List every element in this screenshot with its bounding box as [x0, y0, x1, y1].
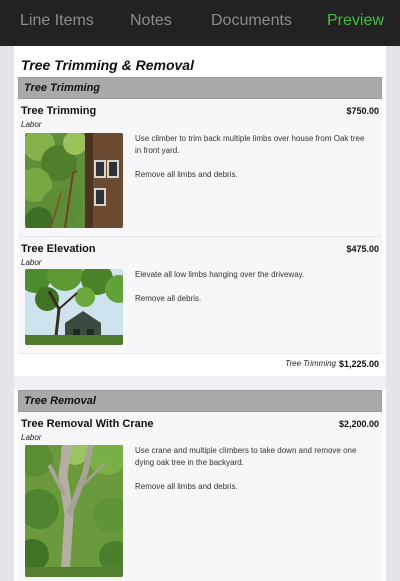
- line-item-description: Use climber to trim back multiple limbs …: [135, 133, 365, 181]
- line-item-name: Tree Elevation: [21, 243, 96, 255]
- description-paragraph: Use crane and multiple climbers to take …: [135, 446, 357, 467]
- tree-elevation-photo[interactable]: [25, 269, 123, 345]
- description-paragraph: Remove all debris.: [135, 294, 202, 303]
- line-item-price: $750.00: [346, 106, 379, 116]
- tree-removal-photo-graphic: [25, 445, 123, 577]
- line-item-price: $475.00: [346, 244, 379, 254]
- group-header-tree-trimming: Tree Trimming: [18, 77, 382, 99]
- tree-elevation-photo-graphic: [25, 269, 123, 345]
- tab-line-items[interactable]: Line Items: [20, 12, 94, 30]
- tree-trimming-photo-graphic: [25, 133, 123, 228]
- line-item-type: Labor: [21, 258, 42, 267]
- line-item: Tree Removal With Crane $2,200.00 Labor: [18, 412, 382, 581]
- line-item-description: Use crane and multiple climbers to take …: [135, 445, 365, 493]
- group-separator: [14, 376, 386, 390]
- line-item-type: Labor: [21, 433, 42, 442]
- tab-preview[interactable]: Preview: [327, 12, 384, 30]
- line-item-price: $2,200.00: [338, 419, 379, 429]
- line-item: Tree Elevation $475.00 Labor Elevate all: [18, 237, 382, 354]
- line-item-description: Elevate all low limbs hanging over the d…: [135, 269, 365, 305]
- group-subtotal-row: Tree Trimming $1,225.00: [18, 354, 382, 376]
- group-header-tree-removal: Tree Removal: [18, 390, 382, 412]
- line-item-name: Tree Trimming: [21, 105, 97, 117]
- estimate-preview-document[interactable]: Tree Trimming & Removal Tree Trimming Tr…: [14, 46, 386, 581]
- tree-removal-photo[interactable]: [25, 445, 123, 577]
- tab-notes[interactable]: Notes: [130, 12, 172, 30]
- group-header-label: Tree Trimming: [24, 82, 101, 94]
- description-paragraph: Use climber to trim back multiple limbs …: [135, 134, 365, 155]
- tab-documents[interactable]: Documents: [211, 12, 292, 30]
- tree-trimming-photo[interactable]: [25, 133, 123, 228]
- document-title: Tree Trimming & Removal: [21, 57, 194, 73]
- subtotal-label: Tree Trimming: [285, 359, 336, 368]
- description-paragraph: Remove all limbs and debris.: [135, 482, 238, 491]
- top-navigation-bar: Line Items Notes Documents Preview: [0, 0, 400, 46]
- line-item-name: Tree Removal With Crane: [21, 418, 154, 430]
- line-item-type: Labor: [21, 120, 42, 129]
- description-paragraph: Elevate all low limbs hanging over the d…: [135, 270, 305, 279]
- subtotal-value: $1,225.00: [338, 359, 379, 369]
- description-paragraph: Remove all limbs and debris.: [135, 170, 238, 179]
- group-header-label: Tree Removal: [24, 395, 96, 407]
- line-item: Tree Trimming $750.00 Labor Use climber …: [18, 99, 382, 237]
